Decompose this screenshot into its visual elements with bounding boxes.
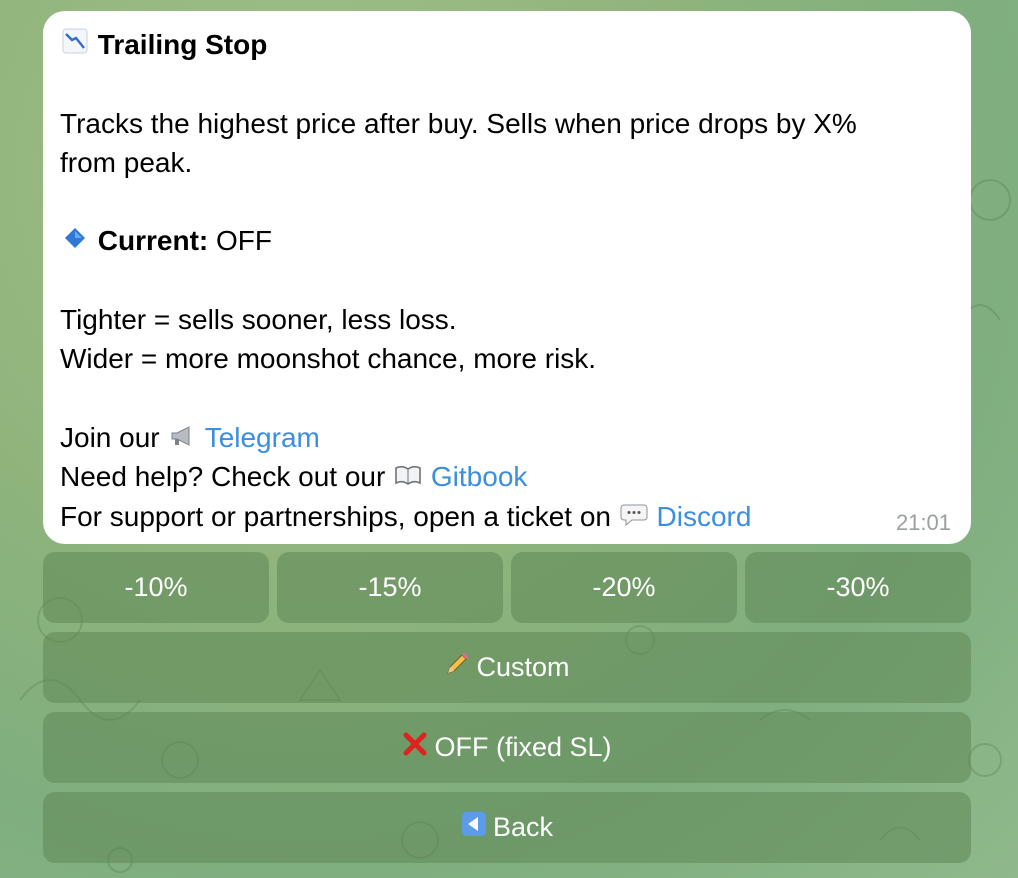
message-title: Trailing Stop (60, 25, 954, 64)
wider-text: Wider = more moonshot chance, more risk. (60, 343, 597, 375)
blue-diamond-icon (60, 221, 90, 260)
megaphone-icon (167, 418, 197, 457)
help-prefix: Need help? Check out our (60, 461, 386, 493)
gitbook-link[interactable]: Gitbook (431, 461, 528, 492)
back-button[interactable]: Back (43, 792, 971, 863)
support-prefix: For support or partnerships, open a tick… (60, 500, 611, 532)
message-timestamp: 21:01 (895, 510, 951, 535)
red-x-icon (402, 731, 428, 764)
custom-button[interactable]: Custom (43, 632, 971, 703)
trail-20-button[interactable]: -20% (511, 552, 737, 623)
current-value: OFF (216, 225, 273, 257)
support-line: For support or partnerships, open a tick… (60, 497, 954, 536)
help-line: Need help? Check out our Gitbook (60, 457, 954, 496)
message-bubble: Trailing Stop Tracks the highest price a… (43, 11, 971, 544)
title-text: Trailing Stop (97, 29, 268, 60)
tighter-text: Tighter = sells sooner, less loss. (60, 304, 457, 336)
back-label: Back (492, 812, 554, 842)
back-arrow-icon (461, 811, 487, 844)
chart-decreasing-icon (60, 25, 90, 64)
open-book-icon (393, 457, 423, 496)
description-line-2: from peak. (60, 146, 193, 178)
off-fixed-sl-button[interactable]: OFF (fixed SL) (43, 712, 971, 783)
discord-link[interactable]: Discord (657, 501, 752, 532)
telegram-link[interactable]: Telegram (205, 422, 320, 453)
trail-30-button[interactable]: -30% (745, 552, 971, 623)
join-prefix: Join our (60, 421, 160, 453)
description-line-1: Tracks the highest price after buy. Sell… (60, 107, 857, 139)
trail-15-button[interactable]: -15% (277, 552, 503, 623)
current-status: Current: OFF (60, 221, 954, 260)
current-label: Current: (97, 225, 209, 257)
pencil-icon (444, 651, 470, 684)
join-line: Join our Telegram (60, 418, 954, 457)
speech-balloon-icon (619, 497, 649, 536)
off-label: OFF (fixed SL) (434, 732, 612, 762)
custom-label: Custom (476, 652, 570, 682)
trail-10-button[interactable]: -10% (43, 552, 269, 623)
